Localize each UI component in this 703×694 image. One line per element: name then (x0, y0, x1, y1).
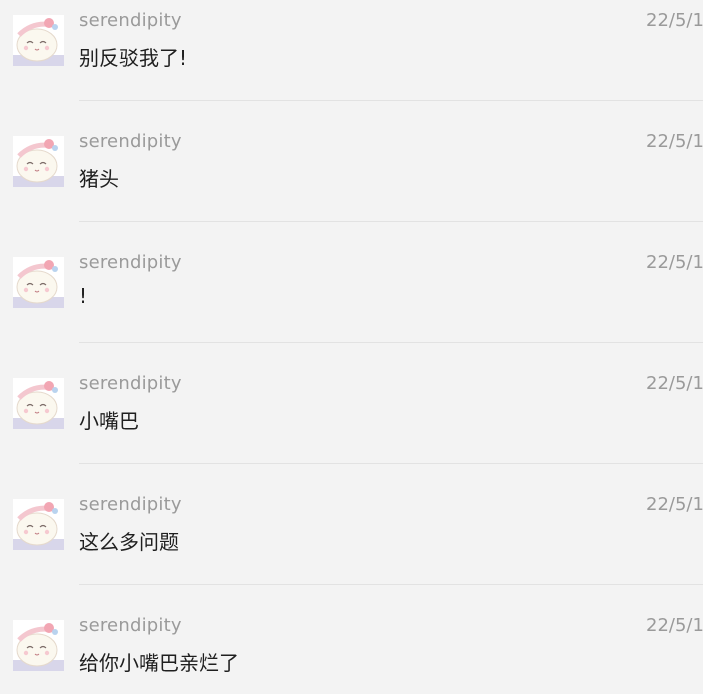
message-time: 22/5/1 (646, 10, 703, 31)
chat-message-list: serendipity 22/5/1 别反驳我了! serendipity 22… (0, 0, 703, 694)
message-text: 猪头 (79, 167, 119, 191)
message-text: 别反驳我了! (79, 46, 188, 70)
cartoon-avatar-icon (13, 15, 64, 66)
sender-name: serendipity (79, 131, 182, 152)
divider (79, 221, 703, 222)
message-time: 22/5/1 (646, 615, 703, 636)
sender-name: serendipity (79, 615, 182, 636)
avatar[interactable] (13, 257, 64, 308)
avatar[interactable] (13, 136, 64, 187)
sender-name: serendipity (79, 10, 182, 31)
divider (79, 100, 703, 101)
divider (79, 584, 703, 585)
avatar[interactable] (13, 620, 64, 671)
sender-name: serendipity (79, 373, 182, 394)
avatar[interactable] (13, 15, 64, 66)
message-item[interactable]: serendipity 22/5/1 这么多问题 (0, 484, 703, 605)
cartoon-avatar-icon (13, 136, 64, 187)
message-item[interactable]: serendipity 22/5/1 小嘴巴 (0, 363, 703, 484)
cartoon-avatar-icon (13, 378, 64, 429)
avatar[interactable] (13, 499, 64, 550)
message-time: 22/5/1 (646, 373, 703, 394)
divider (79, 342, 703, 343)
cartoon-avatar-icon (13, 257, 64, 308)
message-item[interactable]: serendipity 22/5/1 给你小嘴巴亲烂了 (0, 605, 703, 694)
message-text: 给你小嘴巴亲烂了 (79, 651, 239, 675)
cartoon-avatar-icon (13, 620, 64, 671)
message-item[interactable]: serendipity 22/5/1 别反驳我了! (0, 0, 703, 121)
message-time: 22/5/1 (646, 131, 703, 152)
divider (79, 463, 703, 464)
message-time: 22/5/1 (646, 494, 703, 515)
message-text: ! (79, 284, 88, 308)
cartoon-avatar-icon (13, 499, 64, 550)
message-time: 22/5/1 (646, 252, 703, 273)
message-text: 这么多问题 (79, 530, 179, 554)
message-item[interactable]: serendipity 22/5/1 ! (0, 242, 703, 363)
message-text: 小嘴巴 (79, 409, 139, 433)
message-item[interactable]: serendipity 22/5/1 猪头 (0, 121, 703, 242)
avatar[interactable] (13, 378, 64, 429)
sender-name: serendipity (79, 252, 182, 273)
sender-name: serendipity (79, 494, 182, 515)
